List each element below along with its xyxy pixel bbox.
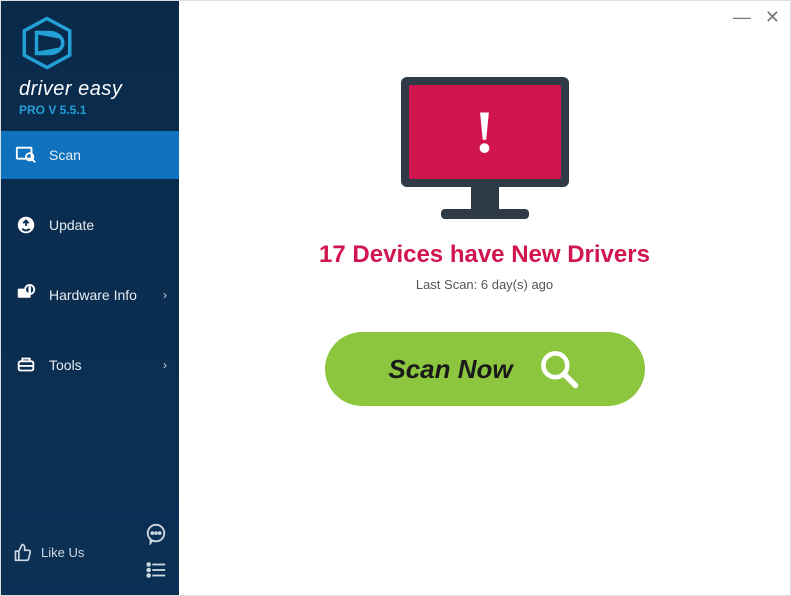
nav-hardware[interactable]: i Hardware Info › (1, 271, 179, 319)
thumbs-up-icon (13, 542, 33, 562)
last-scan-text: Last Scan: 6 day(s) ago (416, 277, 553, 292)
brand-block: driver easy PRO V 5.5.1 (1, 1, 179, 127)
monitor-icon: ! (401, 77, 569, 187)
nav-hardware-label: Hardware Info (49, 287, 137, 303)
update-icon (15, 214, 37, 236)
sidebar-footer: Like Us (1, 513, 179, 595)
chevron-right-icon: › (163, 288, 167, 302)
nav-scan-label: Scan (49, 147, 81, 163)
monitor-stand (471, 187, 499, 209)
app-window: — ✕ driver easy PRO V 5.5.1 Scan (0, 0, 791, 596)
brand-version: PRO V 5.5.1 (19, 103, 161, 117)
scan-now-label: Scan Now (388, 354, 512, 385)
alert-screen: ! (409, 85, 561, 179)
brand-name: driver easy (19, 78, 161, 101)
tools-icon (15, 354, 37, 376)
nav-update-label: Update (49, 217, 94, 233)
menu-list-icon[interactable] (145, 559, 167, 581)
magnifier-icon (537, 347, 581, 391)
scan-result-headline: 17 Devices have New Drivers (319, 241, 650, 269)
sidebar: driver easy PRO V 5.5.1 Scan Update i (1, 1, 179, 595)
like-us-button[interactable]: Like Us (13, 542, 84, 562)
minimize-button[interactable]: — (733, 7, 751, 28)
status-graphic: ! (401, 77, 569, 219)
close-button[interactable]: ✕ (765, 7, 780, 28)
app-logo-icon (19, 15, 75, 71)
nav-tools[interactable]: Tools › (1, 341, 179, 389)
hardware-info-icon: i (15, 284, 37, 306)
window-controls: — ✕ (733, 7, 780, 28)
nav-tools-label: Tools (49, 357, 82, 373)
nav-scan[interactable]: Scan (1, 131, 179, 179)
main-panel: ! 17 Devices have New Drivers Last Scan:… (179, 1, 790, 595)
monitor-base (441, 209, 529, 219)
scan-now-button[interactable]: Scan Now (325, 332, 645, 406)
nav-update[interactable]: Update (1, 201, 179, 249)
chevron-right-icon: › (163, 358, 167, 372)
exclamation-icon: ! (475, 98, 495, 167)
scan-icon (15, 144, 37, 166)
sidebar-nav: Scan Update i Hardware Info › Tools (1, 131, 179, 411)
feedback-icon[interactable] (145, 523, 167, 545)
like-us-label: Like Us (41, 545, 84, 560)
